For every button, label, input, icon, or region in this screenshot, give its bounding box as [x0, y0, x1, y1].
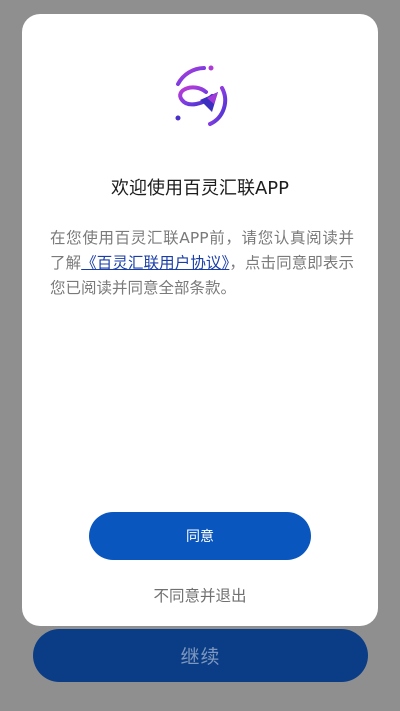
app-logo-icon — [160, 58, 240, 138]
dialog-title: 欢迎使用百灵汇联APP — [110, 178, 290, 199]
continue-button[interactable]: 继续 — [33, 629, 368, 682]
consent-dialog: 欢迎使用百灵汇联APP 在您使用百灵汇联APP前，请您认真阅读并了解《百灵汇联用… — [22, 14, 378, 626]
agree-button[interactable]: 同意 — [89, 512, 311, 560]
decline-and-exit-button[interactable]: 不同意并退出 — [22, 584, 378, 606]
dialog-message: 在您使用百灵汇联APP前，请您认真阅读并了解《百灵汇联用户协议》，点击同意即表示… — [50, 226, 354, 301]
user-agreement-link[interactable]: 《百灵汇联用户协议》 — [81, 254, 229, 272]
